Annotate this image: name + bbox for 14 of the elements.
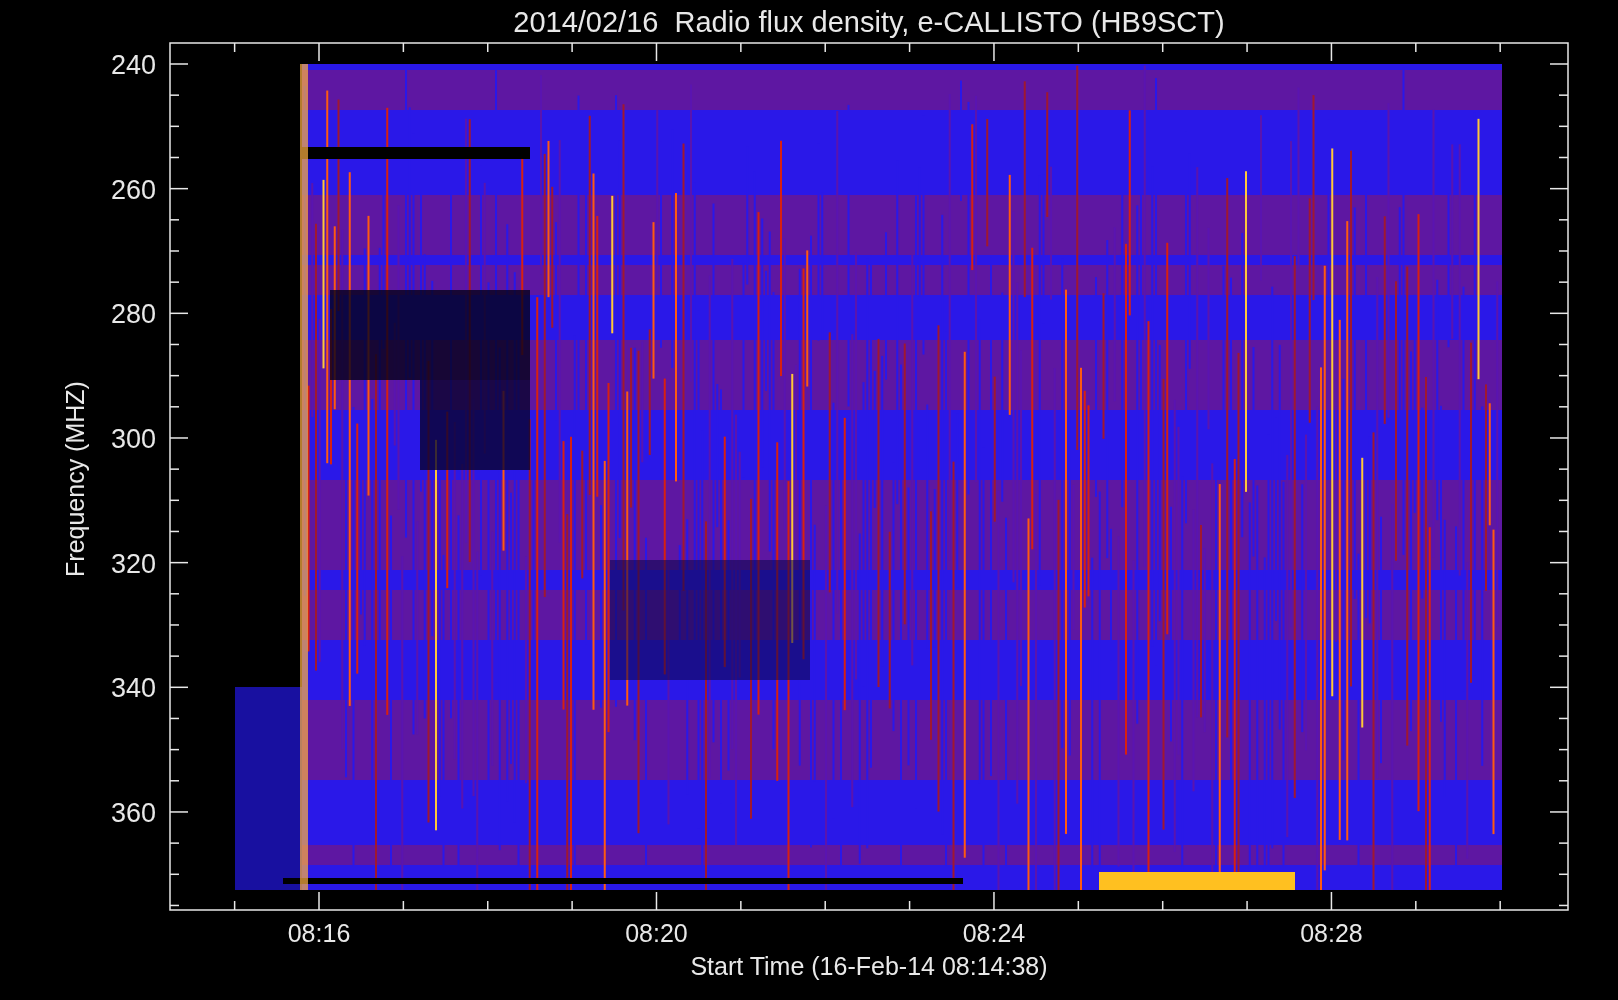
axis-tick-label: 280 [110, 299, 156, 330]
axis-label: Frequency (MHZ) [61, 381, 89, 577]
axis-tick-label: 340 [110, 673, 156, 704]
axis-tick-label: 08:16 [287, 919, 351, 947]
axis-tick-label: 360 [110, 797, 156, 828]
axis-tick-label: 300 [110, 424, 156, 454]
axis-label: Start Time (16-Feb-14 08:14:38) [690, 952, 1048, 980]
axis-tick-label: 08:20 [625, 919, 688, 947]
axis-tick-label: 320 [110, 548, 156, 579]
axis-tick-label: 08:28 [1300, 919, 1363, 947]
axis-tick-label: 08:24 [962, 919, 1026, 947]
chart-title: 2014/02/16 Radio flux density, e-CALLISTO (HB9SCT) [513, 6, 1225, 38]
axis-tick-label: 240 [110, 50, 156, 80]
axis-tick-label: 260 [110, 174, 156, 205]
